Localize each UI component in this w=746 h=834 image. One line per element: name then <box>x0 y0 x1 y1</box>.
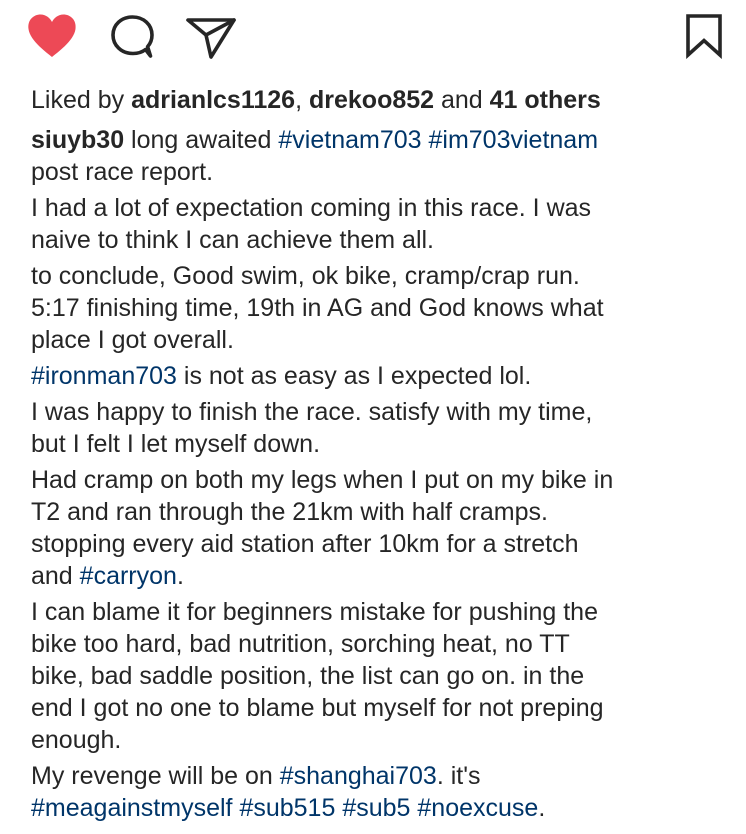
caption-line: #meagainstmyself #sub515 #sub5 #noexcuse… <box>31 792 731 824</box>
likes-others-link[interactable]: 41 others <box>490 86 601 114</box>
caption-text: My revenge will be on <box>31 762 280 790</box>
post-caption: siuyb30 long awaited #vietnam703 #im703v… <box>31 124 731 824</box>
liker-username-link[interactable]: drekoo852 <box>309 86 434 114</box>
bookmark-icon[interactable] <box>684 13 724 59</box>
caption-line: #ironman703 is not as easy as I expected… <box>31 360 731 392</box>
caption-line: I can blame it for beginners mistake for… <box>31 598 598 626</box>
caption-line: I had a lot of expectation coming in thi… <box>31 194 592 222</box>
hashtag-link[interactable]: #ironman703 <box>31 362 177 390</box>
caption-text: . <box>176 562 184 590</box>
caption-line: siuyb30 long awaited #vietnam703 #im703v… <box>31 124 731 156</box>
hashtag-link[interactable]: #carryon <box>80 562 177 590</box>
likes-prefix: Liked by <box>31 86 132 114</box>
paper-plane-icon[interactable] <box>185 14 237 60</box>
caption-line: bike, bad saddle position, the list can … <box>31 662 585 690</box>
caption-paragraph: siuyb30 long awaited #vietnam703 #im703v… <box>31 124 731 188</box>
caption-paragraph: I had a lot of expectation coming in thi… <box>31 192 731 256</box>
caption-line: place I got overall. <box>31 326 234 354</box>
caption-paragraph: Had cramp on both my legs when I put on … <box>31 464 731 592</box>
liker-username-link[interactable]: adrianlcs1126 <box>131 86 295 114</box>
likes-separator: , <box>295 86 309 114</box>
hashtag-link[interactable]: #sub5 <box>342 794 410 822</box>
caption-paragraph: to conclude, Good swim, ok bike, cramp/c… <box>31 260 731 356</box>
caption-paragraph: I was happy to finish the race. satisfy … <box>31 396 731 460</box>
caption-text: and <box>31 562 80 590</box>
hashtag-link[interactable]: #vietnam703 <box>278 126 421 154</box>
hashtag-link[interactable]: #noexcuse <box>417 794 538 822</box>
hashtag-link[interactable]: #meagainstmyself <box>31 794 232 822</box>
hashtag-link[interactable]: #sub515 <box>239 794 335 822</box>
hashtag-link[interactable]: #im703vietnam <box>429 126 599 154</box>
caption-line: but I felt I let myself down. <box>31 430 321 458</box>
caption-line: bike too hard, bad nutrition, sorching h… <box>31 630 570 658</box>
caption-line: 5:17 finishing time, 19th in AG and God … <box>31 294 604 322</box>
caption-text: is not as easy as I expected lol. <box>176 362 532 390</box>
caption-text: long awaited <box>124 126 279 154</box>
caption-line: post race report. <box>31 158 214 186</box>
caption-line: and #carryon. <box>31 560 731 592</box>
author-username-link[interactable]: siuyb30 <box>31 126 124 154</box>
caption-line: I was happy to finish the race. satisfy … <box>31 398 593 426</box>
caption-paragraph: #ironman703 is not as easy as I expected… <box>31 360 731 392</box>
hashtag-link[interactable]: #shanghai703 <box>280 762 437 790</box>
post-details: Liked by adrianlcs1126, drekoo852 and 41… <box>31 84 731 828</box>
caption-text <box>422 126 429 154</box>
caption-line: My revenge will be on #shanghai703. it's <box>31 760 731 792</box>
likes-summary: Liked by adrianlcs1126, drekoo852 and 41… <box>31 84 731 116</box>
caption-text: . it's <box>436 762 481 790</box>
caption-line: Had cramp on both my legs when I put on … <box>31 466 614 494</box>
caption-paragraph: My revenge will be on #shanghai703. it's… <box>31 760 731 824</box>
caption-line: stopping every aid station after 10km fo… <box>31 530 579 558</box>
caption-text: . <box>538 794 546 822</box>
caption-line: enough. <box>31 726 122 754</box>
caption-line: T2 and ran through the 21km with half cr… <box>31 498 548 526</box>
post-action-bar <box>0 0 746 80</box>
caption-line: end I got no one to blame but myself for… <box>31 694 604 722</box>
caption-line: naive to think I can achieve them all. <box>31 226 435 254</box>
comment-bubble-icon[interactable] <box>108 14 158 60</box>
heart-icon[interactable] <box>26 13 78 59</box>
caption-line: to conclude, Good swim, ok bike, cramp/c… <box>31 262 580 290</box>
likes-and: and <box>434 86 490 114</box>
caption-paragraph: I can blame it for beginners mistake for… <box>31 596 731 756</box>
